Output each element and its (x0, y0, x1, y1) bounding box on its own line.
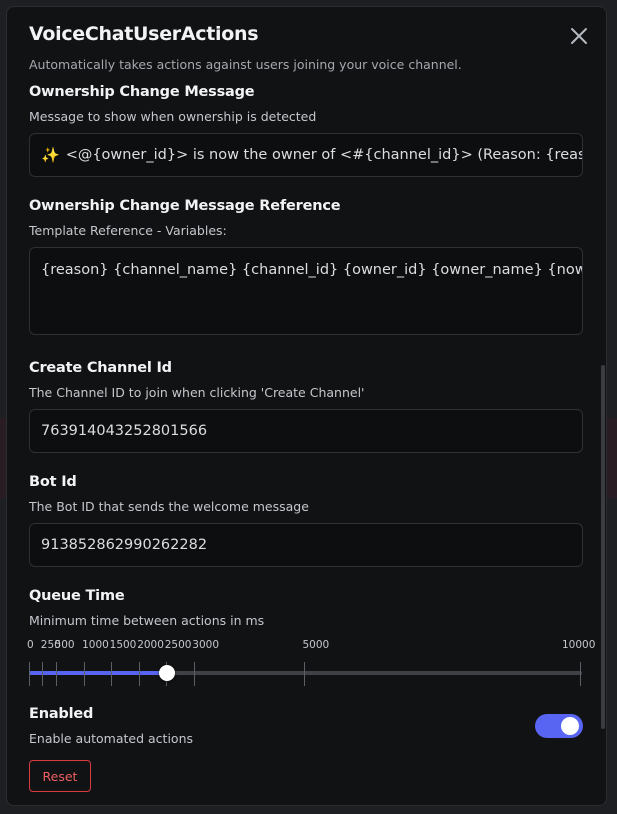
queue-time-slider-thumb[interactable] (158, 665, 175, 681)
slider-tick (138, 662, 140, 686)
modal-title: VoiceChatUserActions (29, 23, 259, 45)
ownership-message-input[interactable]: ✨ <@{owner_id}> is now the owner of <#{c… (29, 133, 583, 177)
create-channel-id-label: Create Channel Id (29, 360, 172, 376)
slider-marker-10000: 10000 (562, 639, 596, 651)
sparkles-icon: ✨ (41, 146, 60, 164)
ownership-reference-label: Ownership Change Message Reference (29, 198, 341, 214)
bot-id-description: The Bot ID that sends the welcome messag… (29, 499, 309, 514)
bot-id-value: 913852862990262282 (41, 537, 208, 553)
queue-time-label: Queue Time (29, 588, 125, 604)
ownership-reference-description: Template Reference - Variables: (29, 223, 227, 238)
enabled-label: Enabled (29, 706, 94, 722)
enabled-description: Enable automated actions (29, 731, 194, 746)
slider-tick (111, 662, 113, 686)
queue-time-slider-fill (29, 671, 167, 675)
slider-marker-3000: 3000 (192, 639, 220, 651)
slider-tick (83, 662, 85, 686)
ownership-reference-value: {reason} {channel_name} {channel_id} {ow… (41, 262, 583, 278)
toggle-knob (561, 717, 579, 735)
ownership-message-label: Ownership Change Message (29, 84, 255, 100)
create-channel-id-value: 763914043252801566 (41, 423, 208, 439)
create-channel-id-description: The Channel ID to join when clicking 'Cr… (29, 385, 365, 400)
create-channel-id-input[interactable]: 763914043252801566 (29, 409, 583, 453)
slider-marker-1500: 1500 (109, 639, 137, 651)
reset-button[interactable]: Reset (29, 760, 91, 792)
close-icon[interactable] (568, 25, 590, 47)
slider-marker-2500: 2500 (164, 639, 192, 651)
ownership-message-description: Message to show when ownership is detect… (29, 109, 317, 124)
queue-time-description: Minimum time between actions in ms (29, 613, 265, 628)
slider-tick (56, 662, 58, 686)
slider-marker-0: 0 (27, 639, 34, 651)
modal-subtitle: Automatically takes actions against user… (29, 57, 462, 72)
slider-marker-1000: 1000 (82, 639, 109, 651)
slider-tick (193, 662, 195, 686)
slider-marker-5000: 5000 (302, 639, 330, 651)
enabled-toggle[interactable] (535, 714, 583, 738)
ownership-message-value: <@{owner_id}> is now the owner of <#{cha… (65, 147, 583, 163)
bot-id-input[interactable]: 913852862990262282 (29, 523, 583, 567)
scrollbar[interactable] (601, 365, 605, 729)
ownership-reference-textarea[interactable]: {reason} {channel_name} {channel_id} {ow… (29, 247, 583, 335)
slider-tick (579, 662, 581, 686)
slider-marker-2000: 2000 (137, 639, 164, 651)
slider-tick (28, 662, 30, 686)
bot-id-label: Bot Id (29, 474, 77, 490)
slider-tick (304, 662, 305, 686)
slider-tick (42, 662, 44, 686)
slider-marker-500: 500 (54, 639, 75, 651)
plugin-settings-modal: VoiceChatUserActions Automatically takes… (6, 6, 607, 806)
